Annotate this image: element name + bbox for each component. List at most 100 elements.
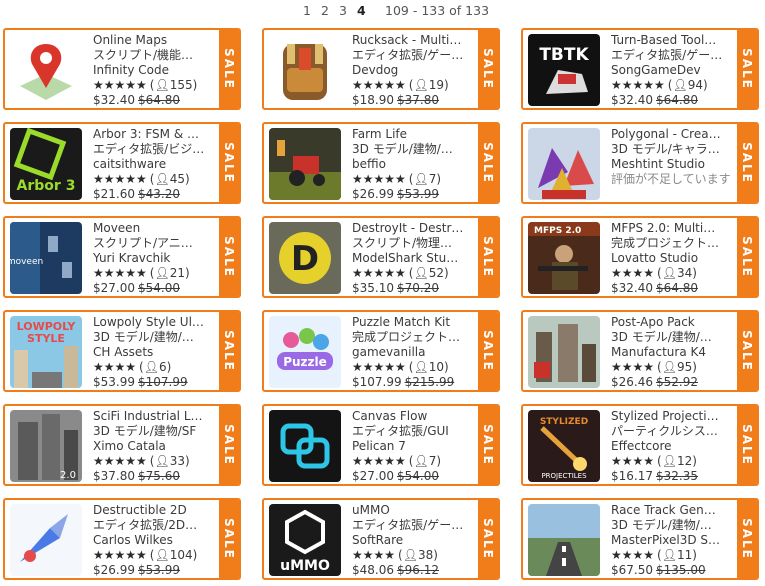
product-category[interactable]: エディタ拡張/ビジ… xyxy=(93,142,217,157)
product-card[interactable]: Polygonal - Crea… 3D モデル/キャラ… Meshtint S… xyxy=(521,122,759,204)
page-link-3[interactable]: 3 xyxy=(339,0,347,22)
product-publisher[interactable]: Carlos Wilkes xyxy=(93,533,217,548)
product-title[interactable]: DestroyIt - Destr… xyxy=(352,221,476,236)
product-category[interactable]: 完成プロジェクト… xyxy=(611,236,735,251)
product-publisher[interactable]: Lovatto Studio xyxy=(611,251,735,266)
product-category[interactable]: 3D モデル/建物/… xyxy=(352,142,476,157)
product-thumbnail[interactable] xyxy=(10,504,82,576)
product-category[interactable]: エディタ拡張/ゲー… xyxy=(352,48,476,63)
product-thumbnail[interactable]: MFPS 2.0 xyxy=(528,222,600,294)
product-title[interactable]: Turn-Based Tool… xyxy=(611,33,735,48)
product-category[interactable]: エディタ拡張/ゲー… xyxy=(352,518,476,533)
product-category[interactable]: エディタ拡張/2D… xyxy=(93,518,217,533)
product-thumbnail[interactable]: Arbor 3 xyxy=(10,128,82,200)
product-publisher[interactable]: beffio xyxy=(352,157,476,172)
product-title[interactable]: Online Maps xyxy=(93,33,217,48)
product-card[interactable]: 2.0 SciFi Industrial L… 3D モデル/建物/SF Xim… xyxy=(3,404,241,486)
sale-badge: SALE xyxy=(478,218,498,296)
product-thumbnail[interactable] xyxy=(528,316,600,388)
product-card[interactable]: LOWPOLY STYLE Lowpoly Style Ul… 3D モデル/建物… xyxy=(3,310,241,392)
product-card[interactable]: Puzzle Puzzle Match Kit 完成プロジェクト… gameva… xyxy=(262,310,500,392)
product-category[interactable]: 3D モデル/建物/SF xyxy=(93,424,217,439)
product-thumbnail[interactable]: D xyxy=(269,222,341,294)
page-link-2[interactable]: 2 xyxy=(321,0,329,22)
product-card[interactable]: Online Maps スクリプト/機能… Infinity Code ★★★★… xyxy=(3,28,241,110)
product-publisher[interactable]: ModelShark Stu… xyxy=(352,251,476,266)
product-card[interactable]: Canvas Flow エディタ拡張/GUI Pelican 7 ★★★★★ (👤… xyxy=(262,404,500,486)
product-category[interactable]: 3D モデル/キャラ… xyxy=(611,142,735,157)
product-thumbnail[interactable]: Puzzle xyxy=(269,316,341,388)
product-card[interactable]: Race Track Gen… 3D モデル/建物/… MasterPixel3… xyxy=(521,498,759,580)
product-publisher[interactable]: MasterPixel3D S… xyxy=(611,533,735,548)
product-card[interactable]: D DestroyIt - Destr… スクリプト/物理… ModelShar… xyxy=(262,216,500,298)
original-price: $54.00 xyxy=(397,469,439,483)
product-publisher[interactable]: SoftRare xyxy=(352,533,476,548)
product-category[interactable]: スクリプト/物理… xyxy=(352,236,476,251)
product-thumbnail[interactable]: LOWPOLY STYLE xyxy=(10,316,82,388)
sale-badge-text: SALE xyxy=(222,424,236,466)
product-thumbnail[interactable] xyxy=(269,34,341,106)
product-publisher[interactable]: SongGameDev xyxy=(611,63,735,78)
product-category[interactable]: パーティクルシス… xyxy=(611,424,735,439)
product-card[interactable]: TBTK Turn-Based Tool… エディタ拡張/ゲー… SongGam… xyxy=(521,28,759,110)
product-title[interactable]: Post-Apo Pack xyxy=(611,315,735,330)
product-category[interactable]: スクリプト/機能… xyxy=(93,48,217,63)
product-thumbnail[interactable]: 2.0 xyxy=(10,410,82,482)
product-card[interactable]: Arbor 3 Arbor 3: FSM & … エディタ拡張/ビジ… cait… xyxy=(3,122,241,204)
product-category[interactable]: エディタ拡張/GUI xyxy=(352,424,476,439)
product-card[interactable]: moveen Moveen スクリプト/アニ… Yuri Kravchik ★★… xyxy=(3,216,241,298)
product-title[interactable]: Rucksack - Multi… xyxy=(352,33,476,48)
product-category[interactable]: 3D モデル/建物/… xyxy=(93,330,217,345)
product-title[interactable]: Stylized Projecti… xyxy=(611,409,735,424)
product-thumbnail[interactable]: uMMO xyxy=(269,504,341,576)
product-publisher[interactable]: CH Assets xyxy=(93,345,217,360)
product-card[interactable]: MFPS 2.0 MFPS 2.0: Multi… 完成プロジェクト… Lova… xyxy=(521,216,759,298)
product-publisher[interactable]: Manufactura K4 xyxy=(611,345,735,360)
product-publisher[interactable]: Yuri Kravchik xyxy=(93,251,217,266)
product-thumbnail[interactable] xyxy=(269,410,341,482)
product-thumbnail[interactable]: STYLIZED PROJECTILES xyxy=(528,410,600,482)
product-thumbnail[interactable] xyxy=(528,128,600,200)
product-card[interactable]: Rucksack - Multi… エディタ拡張/ゲー… Devdog ★★★★… xyxy=(262,28,500,110)
product-title[interactable]: SciFi Industrial L… xyxy=(93,409,217,424)
product-title[interactable]: MFPS 2.0: Multi… xyxy=(611,221,735,236)
product-card[interactable]: Post-Apo Pack 3D モデル/建物/… Manufactura K4… xyxy=(521,310,759,392)
product-card[interactable]: Destructible 2D エディタ拡張/2D… Carlos Wilkes… xyxy=(3,498,241,580)
product-title[interactable]: Polygonal - Crea… xyxy=(611,127,735,142)
product-title[interactable]: Race Track Gen… xyxy=(611,503,735,518)
product-thumbnail[interactable] xyxy=(10,34,82,106)
product-title[interactable]: Lowpoly Style Ul… xyxy=(93,315,217,330)
product-card[interactable]: Farm Life 3D モデル/建物/… beffio ★★★★★ (👤︎7) … xyxy=(262,122,500,204)
product-title[interactable]: Farm Life xyxy=(352,127,476,142)
product-category[interactable]: 完成プロジェクト… xyxy=(352,330,476,345)
product-publisher[interactable]: Ximo Catala xyxy=(93,439,217,454)
product-thumbnail[interactable] xyxy=(269,128,341,200)
product-thumbnail[interactable]: moveen xyxy=(10,222,82,294)
product-thumbnail[interactable]: TBTK xyxy=(528,34,600,106)
product-publisher[interactable]: Effectcore xyxy=(611,439,735,454)
product-title[interactable]: Puzzle Match Kit xyxy=(352,315,476,330)
product-title[interactable]: Moveen xyxy=(93,221,217,236)
product-category[interactable]: 3D モデル/建物/… xyxy=(611,330,735,345)
product-publisher[interactable]: Devdog xyxy=(352,63,476,78)
page-link-1[interactable]: 1 xyxy=(303,0,311,22)
product-title[interactable]: Canvas Flow xyxy=(352,409,476,424)
product-publisher[interactable]: Infinity Code xyxy=(93,63,217,78)
product-publisher[interactable]: Pelican 7 xyxy=(352,439,476,454)
product-thumbnail[interactable] xyxy=(528,504,600,576)
original-price: $75.60 xyxy=(138,469,180,483)
product-publisher[interactable]: caitsithware xyxy=(93,157,217,172)
product-category[interactable]: エディタ拡張/ゲー… xyxy=(611,48,735,63)
original-price: $32.35 xyxy=(656,469,698,483)
product-title[interactable]: Arbor 3: FSM & … xyxy=(93,127,217,142)
product-publisher[interactable]: gamevanilla xyxy=(352,345,476,360)
product-card[interactable]: uMMO uMMO エディタ拡張/ゲー… SoftRare ★★★★ (👤︎38)… xyxy=(262,498,500,580)
product-category[interactable]: 3D モデル/建物/… xyxy=(611,518,735,533)
product-title[interactable]: uMMO xyxy=(352,503,476,518)
product-publisher[interactable]: Meshtint Studio xyxy=(611,157,735,172)
product-card[interactable]: STYLIZED PROJECTILES Stylized Projecti… パ… xyxy=(521,404,759,486)
product-title[interactable]: Destructible 2D xyxy=(93,503,217,518)
product-category[interactable]: スクリプト/アニ… xyxy=(93,236,217,251)
rating-stars: ★★★★★ xyxy=(611,78,665,92)
product-rating: ★★★★ (👤︎34) xyxy=(611,266,735,281)
